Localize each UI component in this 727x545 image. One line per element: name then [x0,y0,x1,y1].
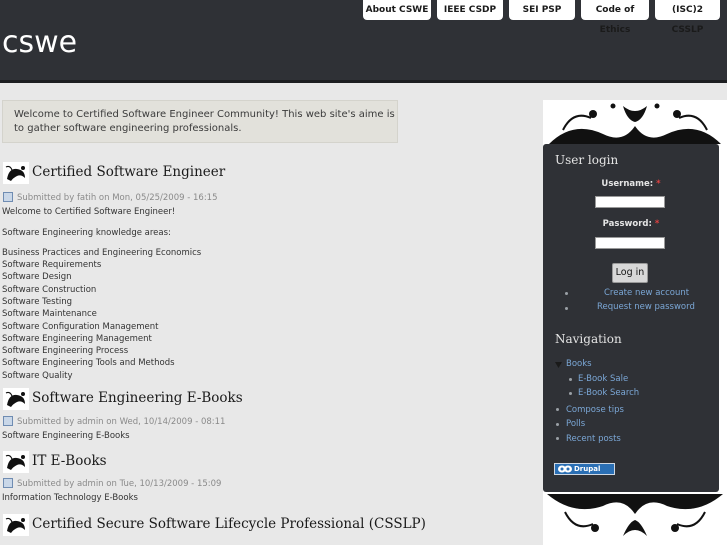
document-icon [3,416,13,426]
nav-ebook-search[interactable]: E-Book Search [578,388,639,398]
document-icon [3,192,13,202]
mission-text: Welcome to Certified Software Engineer C… [14,109,395,134]
tab-sei-psp[interactable]: SEI PSP [509,0,575,20]
nav-recent-posts[interactable]: Recent posts [566,434,621,444]
floral-ornament-top [549,103,721,144]
navigation-title: Navigation [555,332,622,346]
bullet [556,423,559,426]
ornament-flourish-icon [3,514,29,536]
tab-about-cswe[interactable]: About CSWE [363,0,431,20]
password-field[interactable] [595,237,665,249]
site-header: cswe About CSWE IEEE CSDP SEI PSP Code o… [0,0,727,83]
document-icon [3,478,13,488]
tab-isc2-csslp[interactable]: (ISC)2 CSSLP [655,0,720,35]
submitted-line: Submitted by admin on Tue, 10/13/2009 - … [3,478,221,489]
username-field[interactable] [595,196,665,208]
node-body-line: Software Maintenance [2,309,97,319]
nav-compose-tips[interactable]: Compose tips [566,405,624,415]
nav-ebook-sale[interactable]: E-Book Sale [578,374,628,384]
submitted-line: Submitted by admin on Wed, 10/14/2009 - … [3,416,225,427]
ornament-flourish-icon [3,451,29,473]
node-body-line: Software Engineering E-Books [2,431,130,441]
user-login-title: User login [555,153,619,167]
node-body-line: Software Requirements [2,260,102,270]
node-body-line: Software Engineering Management [2,334,152,344]
ornament-flourish-icon [3,162,29,184]
floral-ornament-bottom [547,494,723,536]
node-body-line: Software Construction [2,285,97,295]
username-label-text: Username: [601,179,654,189]
drupal-drop-icon [558,465,572,473]
request-password-link[interactable]: Request new password [597,302,695,312]
node-body-line: Welcome to Certified Software Engineer! [2,207,176,217]
submitted-line: Submitted by fatih on Mon, 05/25/2009 - … [3,192,218,203]
bullet [569,392,572,395]
tab-code-of-ethics[interactable]: Code of Ethics [581,0,649,35]
required-mark: * [654,219,660,229]
node-title[interactable]: IT E-Books [32,453,107,469]
create-account-link[interactable]: Create new account [604,288,689,298]
nav-books[interactable]: Books [566,359,592,369]
submitted-text: Submitted by fatih on Mon, 05/25/2009 - … [17,193,218,203]
submitted-text: Submitted by admin on Tue, 10/13/2009 - … [17,479,222,489]
node-body-line: Software Quality [2,371,73,381]
node-title[interactable]: Certified Software Engineer [32,164,225,180]
bullet [556,437,559,440]
login-button[interactable]: Log in [612,263,648,283]
required-mark: * [656,179,661,189]
node-body-line: Information Technology E-Books [2,493,138,503]
password-label-text: Password: [602,219,652,229]
node-body-line: Software Design [2,272,72,282]
mission-box: Welcome to Certified Software Engineer C… [2,100,398,143]
node-body-line: Business Practices and Engineering Econo… [2,248,202,258]
powered-by-drupal-badge[interactable]: Drupal [554,463,615,475]
node-body-line: Software Engineering Process [2,346,129,356]
drupal-badge-label: Drupal [574,465,601,473]
node-body-line: Software Engineering Tools and Methods [2,358,175,368]
node-body-line: Software Testing [2,297,73,307]
nav-polls[interactable]: Polls [566,419,585,429]
node-title[interactable]: Software Engineering E-Books [32,390,243,406]
bullet [565,307,568,310]
tab-ieee-csdp[interactable]: IEEE CSDP [437,0,503,20]
submitted-text: Submitted by admin on Wed, 10/14/2009 - … [17,417,226,427]
username-label: Username: * [543,179,719,189]
sidebar-panel: User login Username: * Password: * Log i… [543,144,719,492]
primary-tabs: About CSWE IEEE CSDP SEI PSP Code of Eth… [363,0,720,35]
node-title[interactable]: Certified Secure Software Lifecycle Prof… [32,516,426,532]
node-body-line: Software Configuration Management [2,322,159,332]
bullet [556,408,559,411]
collapse-triangle-icon[interactable] [555,362,562,368]
password-label: Password: * [543,219,719,229]
node-body-line: Software Engineering knowledge areas: [2,228,171,238]
bullet [565,292,568,295]
bullet [569,378,572,381]
site-name[interactable]: cswe [2,26,77,60]
ornament-flourish-icon [3,388,29,410]
